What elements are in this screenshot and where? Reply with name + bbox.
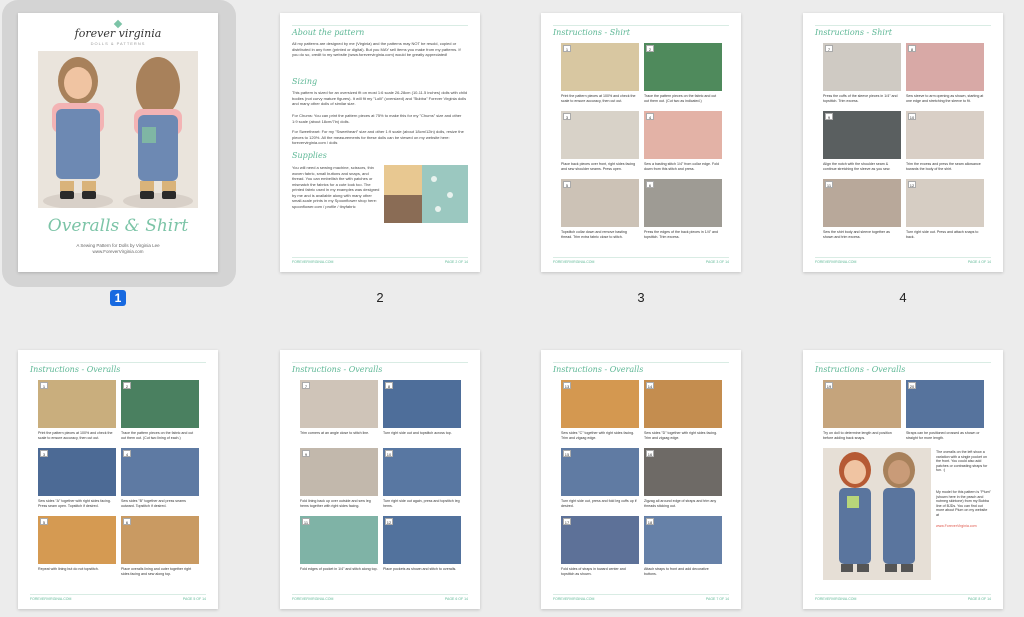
page-number-2[interactable]: 2 [365,290,395,305]
step-photo-11: 11 [823,179,901,227]
brand-tagline: DOLLS & PATTERNS [90,41,146,46]
step-photo-o5: 5 [38,516,116,564]
page-number-1[interactable]: 1 [103,290,133,306]
step-photo-9: 9 [823,111,901,159]
step-photo-6: 6 [644,179,722,227]
step-photo-o10: 10 [383,448,461,496]
step-photo-7: 7 [823,43,901,91]
step-photo-o16: 16 [644,448,722,496]
brand-logo: forever virginia [74,27,162,40]
cover-url: www.ForeverVirginia.com [92,249,144,254]
step-photo-8: 8 [906,43,984,91]
fabric-photo [384,165,468,223]
page-number-3[interactable]: 3 [626,290,656,305]
step-photo-o6: 6 [121,516,199,564]
heading-instructions: Instructions - Shirt [553,28,630,37]
step-photo-o9: 9 [300,448,378,496]
step-photo-o1: 1 [38,380,116,428]
step-photo-5: 5 [561,179,639,227]
page-thumbnail-8[interactable]: Instructions - Overalls 19 20 Try on dol… [803,350,1003,609]
step-photo-4: 4 [644,111,722,159]
heading-supplies: Supplies [292,151,327,160]
step-photo-o17: 17 [561,516,639,564]
variation-note: The overalls on the left show a variatio… [936,450,988,473]
page-thumbnail-6[interactable]: Instructions - Overalls 7 8 Trim corners… [280,350,480,609]
para-sizing: This pattern is sized for an oversized f… [292,90,468,106]
step-photo-3: 3 [561,111,639,159]
para-about: All my patterns are designed by me (Virg… [292,41,461,57]
para-supplies: You will need a sewing machine, scissors… [292,165,380,209]
step-photo-o3: 3 [38,448,116,496]
step-photo-10: 10 [906,111,984,159]
page-thumbnail-4[interactable]: Instructions - Shirt 7 8 Press the cuffs… [803,13,1003,272]
step-photo-o19: 19 [823,380,901,428]
cover-title: Overalls & Shirt [47,216,189,236]
step-photo-12: 12 [906,179,984,227]
step-photo-o2: 2 [121,380,199,428]
step-photo-o4: 4 [121,448,199,496]
step-photo-1: 1 [561,43,639,91]
finished-dolls-photo [823,448,931,580]
step-photo-o15: 15 [561,448,639,496]
step-photo-o8: 8 [383,380,461,428]
step-photo-o20: 20 [906,380,984,428]
step-photo-o14: 14 [644,380,722,428]
para-sweetheart: For Sweetheart: For my "Sweetheart" size… [292,129,464,145]
step-photo-o12: 12 [383,516,461,564]
page-thumbnail-2[interactable]: About the pattern All my patterns are de… [280,13,480,272]
step-photo-o7: 7 [300,380,378,428]
step-photo-o11: 11 [300,516,378,564]
step-photo-o18: 18 [644,516,722,564]
website-link[interactable]: www.ForeverVirginia.com [936,524,991,529]
doll-front-photo [38,51,118,208]
page-thumbnail-3[interactable]: Instructions - Shirt 1 2 Print the patte… [541,13,741,272]
step-photo-o13: 13 [561,380,639,428]
para-chums: For Chums: You can print the pattern pie… [292,113,462,124]
cover-subtitle: A Sewing Pattern for Dolls by Virginia L… [76,243,160,248]
heading-about: About the pattern [292,28,365,37]
doll-back-photo [118,51,198,208]
heading-sizing: Sizing [292,77,318,86]
page-thumbnail-7[interactable]: Instructions - Overalls 13 14 Sew sides … [541,350,741,609]
page-number-4[interactable]: 4 [888,290,918,305]
model-note: My model for this pattern is "Plum" (sho… [936,490,991,517]
step-photo-2: 2 [644,43,722,91]
page-thumbnail-1[interactable]: forever virginia DOLLS & PATTERNS Overal… [18,13,218,272]
page-thumbnail-5[interactable]: Instructions - Overalls 1 2 Print the pa… [18,350,218,609]
